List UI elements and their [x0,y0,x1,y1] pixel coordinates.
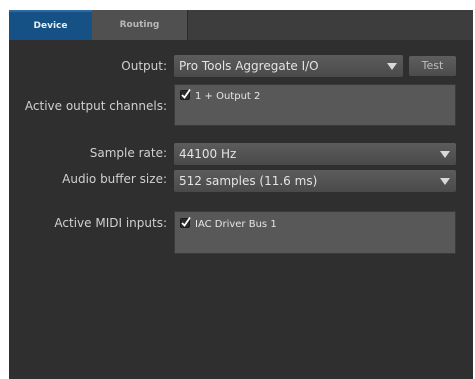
sample-rate-value: 44100 Hz [179,147,237,161]
audio-buffer-size-value: 512 samples (11.6 ms) [179,174,318,188]
tab-bar: Device Routing [9,10,473,40]
output-channel-label: 1 + Output 2 [195,91,261,102]
tab-routing[interactable]: Routing [92,10,188,40]
output-select[interactable]: Pro Tools Aggregate I/O [174,55,403,77]
active-midi-inputs-list: IAC Driver Bus 1 [174,211,456,254]
chevron-down-icon [440,151,450,158]
tab-device[interactable]: Device [9,10,92,40]
active-output-channels-list: 1 + Output 2 [174,84,456,126]
checkbox-checked-icon[interactable] [180,89,191,100]
chevron-down-icon [387,63,397,70]
sample-rate-select[interactable]: 44100 Hz [174,143,456,165]
audio-buffer-size-select[interactable]: 512 samples (11.6 ms) [174,170,456,192]
device-settings-panel: Output: Pro Tools Aggregate I/O Test Act… [9,40,473,379]
sample-rate-label: Sample rate: [89,146,167,160]
checkbox-checked-icon[interactable] [180,217,191,228]
test-button[interactable]: Test [409,56,456,76]
list-item[interactable]: 1 + Output 2 [180,89,260,105]
list-item[interactable]: IAC Driver Bus 1 [180,217,277,233]
audio-buffer-size-label: Audio buffer size: [62,172,167,186]
active-output-channels-label: Active output channels: [24,99,167,113]
audio-settings-window: Device Routing Output: Pro Tools Aggrega… [9,10,473,379]
chevron-down-icon [440,178,450,185]
active-midi-inputs-label: Active MIDI inputs: [54,216,167,230]
output-select-value: Pro Tools Aggregate I/O [179,59,319,73]
output-label: Output: [121,59,167,73]
midi-input-label: IAC Driver Bus 1 [195,219,277,230]
